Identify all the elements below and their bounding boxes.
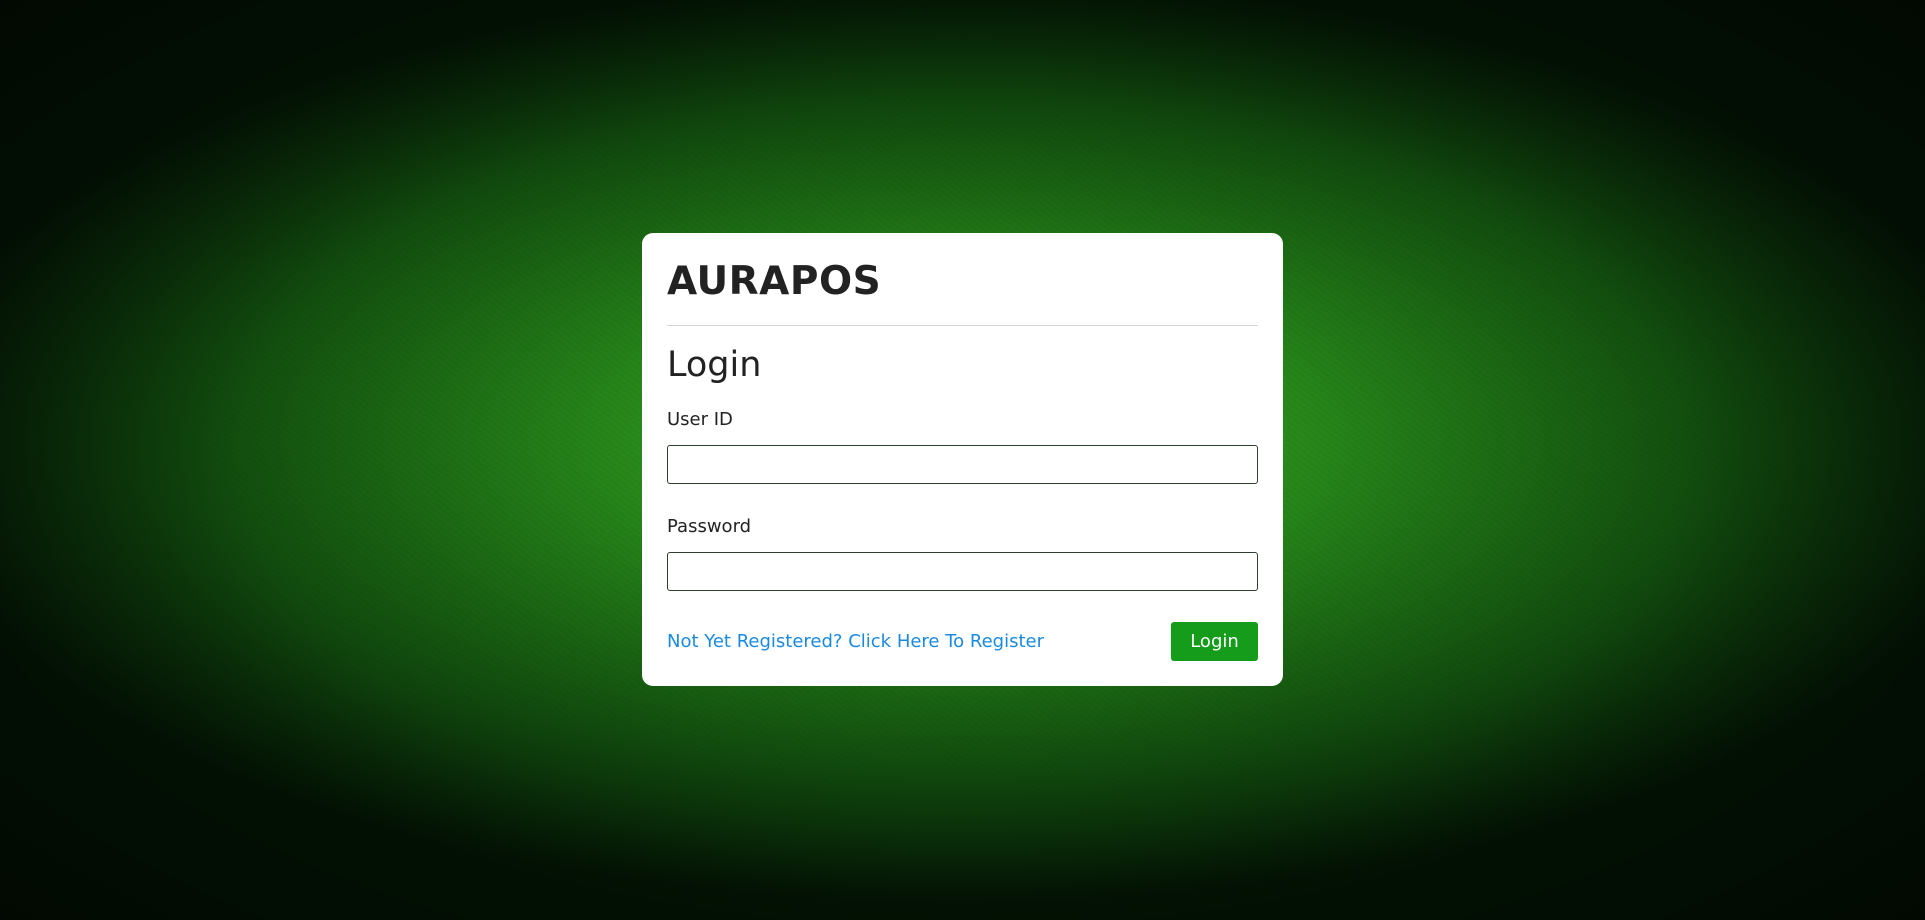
login-button[interactable]: Login [1171, 622, 1258, 661]
user-id-input[interactable] [667, 445, 1258, 484]
password-label: Password [667, 516, 752, 537]
login-heading: Login [667, 345, 762, 385]
login-card: AURAPOS Login User ID Password Not Yet R… [642, 233, 1283, 686]
header-divider [667, 325, 1258, 326]
register-link[interactable]: Not Yet Registered? Click Here To Regist… [667, 631, 1044, 652]
user-id-label: User ID [667, 409, 733, 430]
brand-logo-text: AURAPOS [667, 259, 882, 304]
password-input[interactable] [667, 552, 1258, 591]
